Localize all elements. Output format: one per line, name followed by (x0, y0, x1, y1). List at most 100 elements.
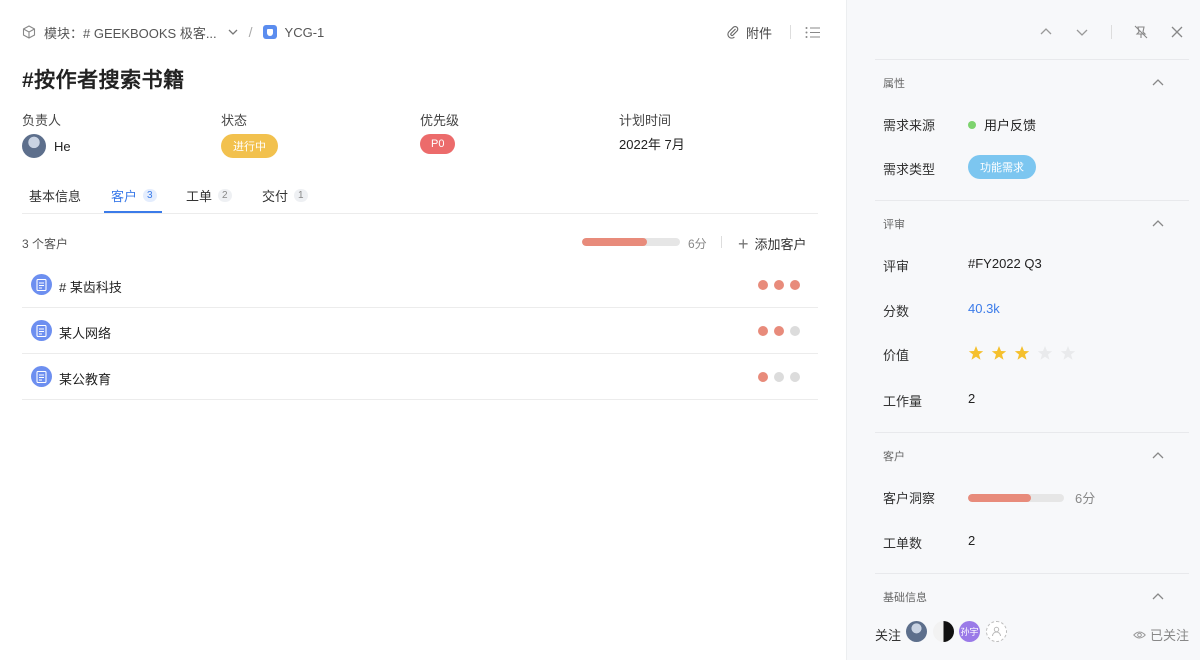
status-label: 状态 (221, 113, 248, 128)
tab-delivery[interactable]: 交付 1 (262, 186, 308, 205)
divider (721, 236, 722, 248)
level-dot (758, 326, 768, 336)
level-dots (758, 280, 806, 290)
followers-bar: 关注 孙宇 已关注 (875, 620, 1189, 644)
score-label: 分数 (883, 304, 910, 319)
avatar[interactable] (933, 621, 954, 642)
level-dot (774, 326, 784, 336)
value-rating[interactable] (968, 345, 1083, 361)
source-text: 用户反馈 (984, 118, 1037, 133)
app-root: 模块：# GEEKBOOKS 极客... / YCG-1 附件 #按作者搜索书籍 (0, 0, 1200, 660)
collapse-chevron-icon[interactable] (1152, 78, 1164, 86)
status-field: 状态 进行中 (221, 110, 278, 158)
unpin-icon[interactable] (1134, 25, 1148, 39)
list-view-icon[interactable] (805, 26, 820, 39)
list-item[interactable]: 某人网络 (22, 308, 818, 354)
tab-label: 基本信息 (29, 189, 82, 204)
tab-label: 客户 (111, 189, 138, 204)
score-value[interactable]: 40.3k (968, 301, 1000, 316)
section-title-customer: 客户 (883, 451, 905, 463)
star-rating[interactable] (968, 345, 1083, 361)
tickets-value[interactable]: 2 (968, 533, 975, 548)
divider (875, 573, 1189, 574)
document-icon (31, 320, 52, 341)
priority-field: 优先级 P0 (420, 110, 460, 154)
section-title-basic: 基础信息 (883, 592, 927, 604)
main-pane: 模块：# GEEKBOOKS 极客... / YCG-1 附件 #按作者搜索书籍 (0, 0, 846, 660)
collapse-chevron-icon[interactable] (1152, 219, 1164, 227)
star-icon[interactable] (991, 345, 1007, 361)
type-value[interactable]: 功能需求 (968, 155, 1036, 179)
paperclip-icon (727, 26, 739, 39)
add-follower-button[interactable] (986, 621, 1007, 642)
follow-toggle[interactable]: 已关注 (1133, 625, 1189, 644)
breadcrumb-module[interactable]: 模块：# GEEKBOOKS 极客... (44, 23, 217, 42)
document-icon (31, 366, 52, 387)
chevron-up-icon[interactable] (1039, 25, 1053, 39)
level-dot (790, 372, 800, 382)
plus-icon: + (738, 233, 749, 254)
chevron-down-icon[interactable] (1075, 25, 1089, 39)
breadcrumb-bar: 模块：# GEEKBOOKS 极客... / YCG-1 附件 (22, 22, 820, 42)
progress-fill (968, 493, 1032, 502)
customer-progress-bar (582, 238, 680, 246)
assignee-name: He (54, 138, 71, 154)
star-icon[interactable] (1014, 345, 1030, 361)
breadcrumb-separator: / (248, 24, 253, 40)
attach-label: 附件 (745, 25, 772, 41)
customer-score: 6分 (688, 237, 707, 251)
add-customer-button[interactable]: + 添加客户 (738, 234, 807, 253)
customer-list-header: 3 个客户 6分 + 添加客户 (22, 232, 818, 253)
list-item[interactable]: 某公教育 (22, 354, 818, 400)
page-title: #按作者搜索书籍 (22, 69, 185, 92)
review-label: 评审 (883, 259, 910, 274)
level-dots (758, 372, 806, 382)
type-label: 需求类型 (883, 162, 936, 177)
priority-value[interactable]: P0 (420, 134, 456, 154)
tickets-label: 工单数 (883, 536, 923, 551)
star-icon[interactable] (1060, 345, 1076, 361)
customer-name: # 某齿科技 (59, 280, 122, 295)
attach-button[interactable]: 附件 (726, 23, 772, 42)
star-icon[interactable] (968, 345, 984, 361)
divider (875, 200, 1189, 201)
chevron-down-icon[interactable] (227, 26, 239, 38)
status-value[interactable]: 进行中 (221, 134, 278, 158)
value-label: 价值 (883, 348, 910, 363)
assignee-value[interactable]: He (22, 134, 71, 158)
follow-status: 已关注 (1149, 628, 1189, 643)
customer-name: 某人网络 (59, 326, 112, 341)
tab-customers[interactable]: 客户 3 (111, 186, 157, 205)
source-value[interactable]: 用户反馈 (968, 115, 1036, 134)
avatar[interactable]: 孙宇 (959, 621, 980, 642)
tab-basic-info[interactable]: 基本信息 (29, 186, 81, 205)
insight-label: 客户洞察 (883, 491, 936, 506)
divider (790, 25, 791, 39)
tab-tickets[interactable]: 工单 2 (186, 186, 232, 205)
tab-label: 交付 (262, 189, 289, 204)
eye-icon (1133, 631, 1146, 638)
tab-label: 工单 (186, 189, 213, 204)
customer-name: 某公教育 (59, 372, 112, 387)
plan-time-value[interactable]: 2022年 7月 (619, 134, 685, 153)
list-item[interactable]: # 某齿科技 (22, 262, 818, 308)
collapse-chevron-icon[interactable] (1152, 592, 1164, 600)
collapse-chevron-icon[interactable] (1152, 451, 1164, 459)
avatar[interactable] (906, 621, 927, 642)
module-cube-icon (22, 25, 36, 39)
level-dots (758, 326, 806, 336)
workload-value[interactable]: 2 (968, 391, 975, 406)
breadcrumb-issue-id[interactable]: YCG-1 (285, 25, 325, 40)
progress-fill (582, 238, 647, 246)
customer-list: # 某齿科技 某人网络 某公教育 (22, 262, 818, 400)
priority-label: 优先级 (420, 113, 460, 128)
status-dot (968, 120, 976, 129)
review-value[interactable]: #FY2022 Q3 (968, 256, 1042, 271)
field-row: 负责人 He 状态 进行中 优先级 P0 计划时间 2022年 7月 (22, 110, 802, 160)
add-customer-label: 添加客户 (754, 237, 807, 252)
close-icon[interactable] (1170, 25, 1184, 39)
tab-count: 3 (143, 189, 157, 202)
star-icon[interactable] (1037, 345, 1053, 361)
plan-time-label: 计划时间 (619, 113, 672, 128)
status-badge: 进行中 (221, 134, 278, 158)
